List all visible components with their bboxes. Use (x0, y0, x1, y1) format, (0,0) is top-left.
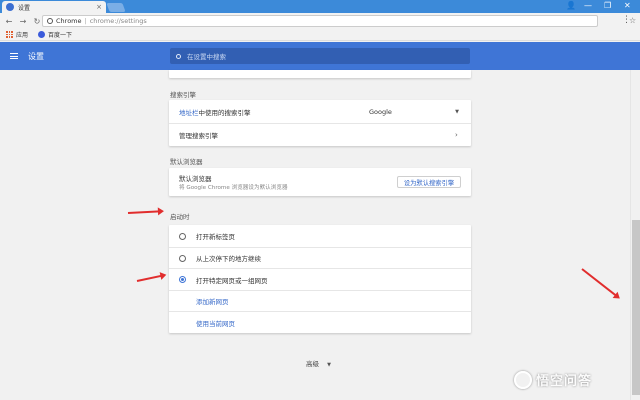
watermark-text: 悟空问答 (536, 374, 593, 389)
dropdown-triangle-icon: ▼ (455, 108, 459, 115)
reload-icon[interactable]: ↻ (32, 17, 42, 26)
url-path: chrome://settings (89, 17, 147, 25)
tab-settings[interactable]: 设置 × (2, 1, 106, 13)
bookmark-baidu[interactable]: 百度一下 (38, 30, 72, 39)
more-menu-icon[interactable]: ⋮ (622, 15, 631, 25)
radio-continue[interactable] (179, 254, 186, 262)
default-browser-subtitle: 将 Google Chrome 浏览器设为默认浏览器 (179, 185, 288, 191)
default-browser-title: 默认浏览器 (179, 175, 212, 183)
annotation-arrow-scrollbar (581, 268, 619, 299)
annotation-arrow-startup (127, 210, 163, 214)
browser-toolbar: ← → ↻ Chrome | chrome://settings ☆ ⋮ (0, 13, 640, 29)
radio-new-tab[interactable] (179, 232, 186, 240)
startup-option-label: 从上次停下的地方继续 (196, 255, 261, 263)
new-tab-button[interactable] (106, 3, 126, 12)
advanced-toggle[interactable]: 高级 ▼ (306, 358, 331, 368)
forward-arrow-icon[interactable]: → (18, 17, 28, 26)
chrome-info-icon (47, 18, 53, 24)
use-current-pages-link[interactable]: 使用当前网页 (196, 318, 235, 328)
make-default-button[interactable]: 设为默认搜索引擎 (397, 176, 461, 188)
close-window-icon[interactable]: ✕ (624, 1, 631, 10)
hamburger-menu-icon[interactable] (10, 53, 18, 59)
on-startup-card: 打开新标签页 从上次停下的地方继续 打开特定网页或一组网页 添加新网页 使用当前… (169, 225, 471, 333)
search-engine-row: 地址栏 中使用的搜索引擎 Google ▼ (169, 100, 471, 123)
search-engine-select[interactable]: Google ▼ (369, 108, 459, 116)
tab-strip: 设置 × 👤 — ❐ ✕ (0, 0, 640, 13)
manage-search-engines-label: 管理搜索引擎 (179, 132, 218, 140)
startup-option-specific-pages[interactable]: 打开特定网页或一组网页 (169, 268, 471, 290)
url-separator: | (84, 17, 87, 25)
minimize-icon[interactable]: — (584, 1, 592, 10)
bookmark-apps-label: 应用 (16, 32, 29, 39)
expand-triangle-icon: ▼ (327, 362, 331, 368)
chevron-right-icon: › (455, 131, 458, 139)
startup-option-continue[interactable]: 从上次停下的地方继续 (169, 247, 471, 268)
settings-search-input[interactable]: 在设置中搜索 (170, 48, 470, 64)
scrollbar-thumb[interactable] (632, 220, 640, 395)
add-new-page-row: 添加新网页 (169, 290, 471, 311)
search-engine-heading: 搜索引擎 (170, 91, 196, 99)
gear-icon (6, 3, 14, 11)
profile-icon[interactable]: 👤 (566, 1, 576, 10)
search-icon (176, 53, 181, 59)
bookmark-apps[interactable]: 应用 (6, 30, 28, 39)
address-bar[interactable]: Chrome | chrome://settings ☆ (42, 15, 636, 27)
search-engine-selected: Google (369, 107, 392, 116)
use-current-pages-row: 使用当前网页 (169, 311, 471, 333)
url-scheme-label: Chrome (56, 17, 82, 25)
startup-option-label: 打开新标签页 (196, 233, 235, 241)
on-startup-heading: 启动时 (170, 213, 190, 221)
watermark-logo-icon (514, 370, 532, 389)
manage-search-engines-row[interactable]: 管理搜索引擎 › (169, 123, 471, 146)
page-scrollbar[interactable] (630, 70, 640, 400)
advanced-label: 高级 (306, 360, 319, 368)
tab-title: 设置 (18, 4, 31, 12)
watermark: 悟空问答 (514, 370, 592, 389)
apps-icon (6, 31, 13, 38)
restore-icon[interactable]: ❐ (604, 1, 611, 10)
bookmark-baidu-label: 百度一下 (48, 32, 73, 39)
startup-option-new-tab[interactable]: 打开新标签页 (169, 225, 471, 247)
default-browser-card: 默认浏览器 将 Google Chrome 浏览器设为默认浏览器 设为默认搜索引… (169, 168, 471, 196)
radio-specific-pages[interactable] (179, 276, 186, 283)
previous-section-card (169, 70, 471, 78)
search-placeholder: 在设置中搜索 (187, 53, 226, 61)
annotation-arrow-specific-pages (136, 274, 165, 282)
bookmarks-bar: 应用 百度一下 (0, 29, 640, 41)
close-tab-icon[interactable]: × (96, 3, 102, 11)
settings-header: 设置 在设置中搜索 (0, 42, 640, 70)
search-engine-card: 地址栏 中使用的搜索引擎 Google ▼ 管理搜索引擎 › (169, 100, 471, 146)
back-arrow-icon[interactable]: ← (4, 17, 14, 26)
address-bar-link[interactable]: 地址栏 (179, 107, 199, 117)
startup-option-label: 打开特定网页或一组网页 (196, 276, 268, 285)
page-title: 设置 (28, 51, 44, 61)
baidu-paw-icon (38, 31, 46, 38)
default-browser-heading: 默认浏览器 (170, 158, 203, 166)
search-engine-row-label: 中使用的搜索引擎 (198, 108, 251, 117)
add-new-page-link[interactable]: 添加新网页 (196, 296, 229, 306)
